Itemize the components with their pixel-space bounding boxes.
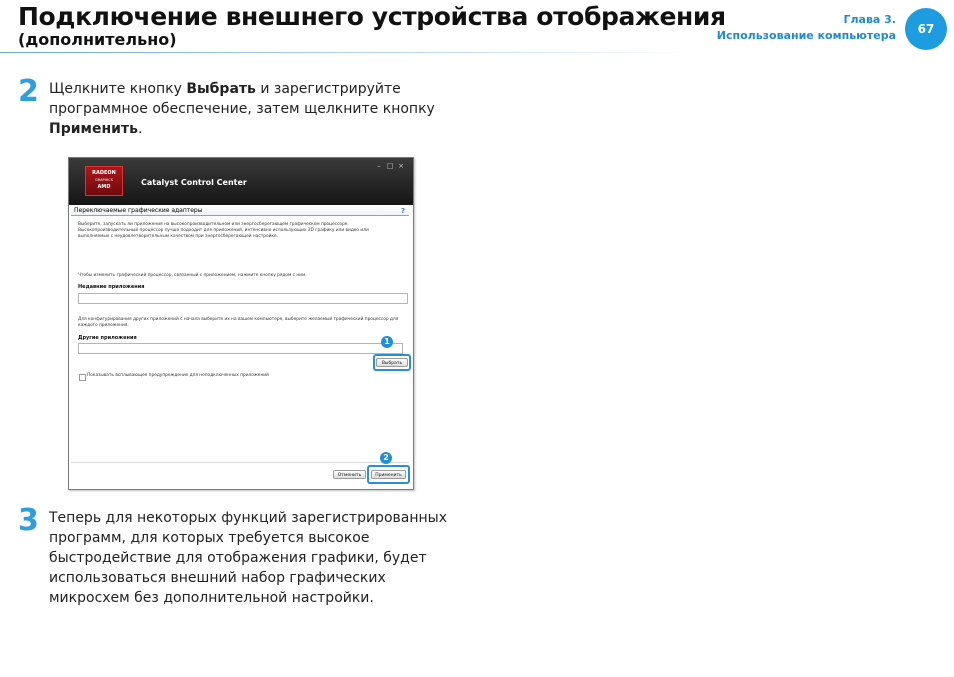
logo-line-1: RADEON bbox=[92, 170, 116, 176]
section-title: Переключаемые графические адаптеры bbox=[74, 207, 203, 214]
other-apps-label: Другие приложения bbox=[78, 335, 137, 341]
other-apps-list[interactable] bbox=[78, 343, 403, 354]
chapter-name: Использование компьютера bbox=[716, 29, 896, 42]
step-3-number: 3 bbox=[18, 503, 39, 538]
page-title: Подключение внешнего устройства отображе… bbox=[18, 2, 726, 31]
cancel-button[interactable]: Отменить bbox=[333, 470, 366, 479]
maximize-icon[interactable]: □ bbox=[386, 163, 394, 170]
ccc-title: Catalyst Control Center bbox=[141, 178, 247, 187]
warning-checkbox[interactable] bbox=[79, 374, 86, 381]
step-2-text: Щелкните кнопку Выбрать и зарегистрируйт… bbox=[49, 79, 439, 139]
logo-line-3: AMD bbox=[97, 184, 111, 190]
help-icon[interactable]: ? bbox=[401, 206, 405, 216]
step-2-text-after: . bbox=[137, 121, 143, 137]
choose-button[interactable]: Выбрать bbox=[376, 358, 408, 367]
warning-checkbox-label: Показывать всплывающее предупреждение дл… bbox=[87, 373, 269, 378]
change-hint: Чтобы изменить графический процессор, св… bbox=[78, 273, 307, 278]
header-rule bbox=[0, 52, 700, 53]
ccc-header: RADEON GRAPHICS AMD Catalyst Control Cen… bbox=[69, 158, 413, 205]
minimize-icon[interactable]: – bbox=[375, 163, 383, 170]
marker-1: 1 bbox=[381, 336, 393, 348]
ccc-screenshot: RADEON GRAPHICS AMD Catalyst Control Cen… bbox=[68, 157, 414, 490]
chapter-info: Глава 3. Использование компьютера bbox=[717, 12, 896, 44]
step-2-bold-apply: Применить bbox=[49, 121, 138, 137]
close-icon[interactable]: × bbox=[397, 163, 405, 170]
section-bar: Переключаемые графические адаптеры ? bbox=[71, 206, 409, 216]
page-number: 67 bbox=[905, 8, 947, 50]
other-apps-hint: Для конфигурирования других приложений с… bbox=[78, 317, 399, 328]
radeon-logo: RADEON GRAPHICS AMD bbox=[85, 166, 123, 196]
section-description: Выберите, запускать ли приложения на выс… bbox=[78, 222, 369, 239]
chapter-label: Глава 3. bbox=[843, 13, 896, 26]
step-3-text: Теперь для некоторых функций зарегистрир… bbox=[49, 510, 447, 606]
recent-apps-list[interactable] bbox=[78, 293, 408, 304]
step-2-number: 2 bbox=[18, 74, 39, 109]
logo-line-2: GRAPHICS bbox=[95, 178, 113, 182]
footer-separator bbox=[71, 462, 409, 463]
step-2-bold-choose: Выбрать bbox=[186, 81, 256, 97]
marker-2: 2 bbox=[380, 452, 392, 464]
recent-apps-label: Недавние приложения bbox=[78, 284, 145, 290]
apply-button[interactable]: Применить bbox=[371, 470, 406, 479]
page-subtitle: (дополнительно) bbox=[18, 30, 177, 49]
step-2-text-before: Щелкните кнопку bbox=[49, 81, 187, 97]
